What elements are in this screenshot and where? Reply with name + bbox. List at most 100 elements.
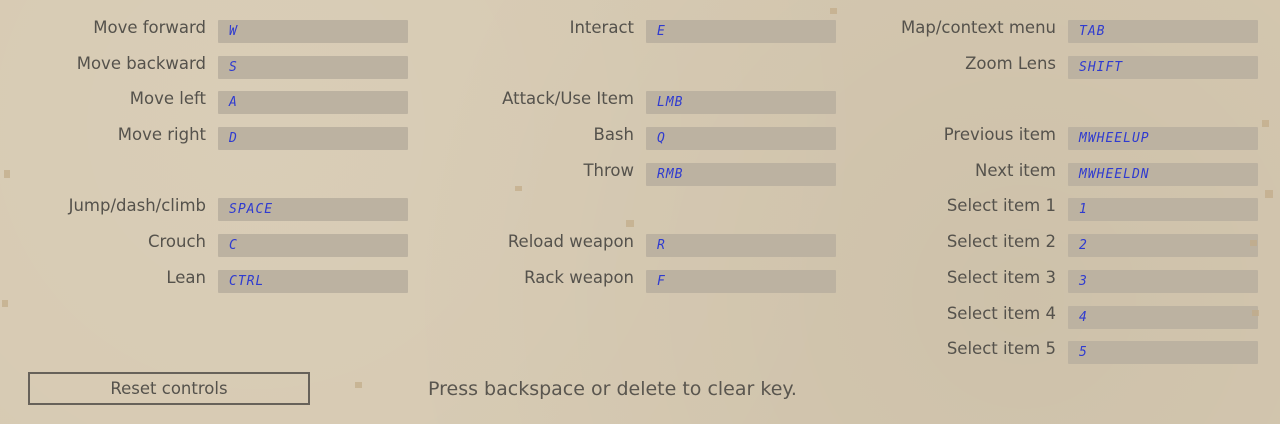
middle-bindings-column: Interact E Attack/Use Item LMB Bash Q Throw RMB… [428,15,848,301]
binding-row-interact: Interact E [428,15,848,51]
binding-label: Move left [129,89,206,109]
binding-label: Lean [166,267,206,287]
spacer-row [850,86,1270,122]
keybind-value: RMB [657,166,684,182]
reset-controls-button[interactable]: Reset controls [28,372,310,405]
binding-label: Jump/dash/climb [68,196,206,216]
paper-speck [355,382,362,388]
keybind-field-jump-dash-climb[interactable]: SPACE [218,198,408,222]
keybind-field-throw[interactable]: RMB [646,162,836,186]
keybind-field-zoom-lens[interactable]: SHIFT [1068,55,1258,79]
keybind-value: LMB [657,95,684,111]
keybind-value: 1 [1079,202,1088,218]
binding-row-move-left: Move left A [0,86,420,122]
binding-row-previous-item: Previous item MWHEELUP [850,122,1270,158]
binding-label: Interact [569,18,634,37]
binding-row-jump-dash-climb: Jump/dash/climb SPACE [0,193,420,229]
keybind-value: D [229,131,238,147]
keybind-field-next-item[interactable]: MWHEELDN [1068,162,1258,186]
binding-row-rack-weapon: Rack weapon F [428,265,848,301]
binding-label: Map/context menu [901,18,1056,37]
binding-label: Move forward [93,18,206,37]
keybind-field-interact[interactable]: E [646,20,836,43]
left-bindings-column: Move forward W Move backward S Move left A Mov… [0,15,420,301]
paper-speck [1250,240,1257,246]
binding-label: Select item 1 [946,196,1056,216]
binding-row-move-backward: Move backward S [0,51,420,87]
binding-row-map-context-menu: Map/context menu TAB [850,15,1270,51]
binding-row-next-item: Next item MWHEELDN [850,158,1270,194]
keybind-field-move-right[interactable]: D [218,127,408,151]
binding-row-move-forward: Move forward W [0,15,420,51]
binding-row-attack-use-item: Attack/Use Item LMB [428,86,848,122]
binding-label: Throw [583,160,634,180]
keybind-field-move-left[interactable]: A [218,91,408,115]
paper-speck [626,220,634,227]
binding-row-crouch: Crouch C [0,229,420,265]
keybind-field-select-item-2[interactable]: 2 [1068,234,1258,258]
keybind-field-crouch[interactable]: C [218,234,408,258]
paper-speck [830,8,837,14]
keybind-value: 4 [1079,309,1088,325]
paper-speck [4,170,10,178]
binding-label: Previous item [943,125,1056,145]
keybind-value: MWHEELUP [1079,131,1150,147]
paper-speck [1265,190,1273,198]
spacer-row [0,158,420,194]
binding-row-select-item-5: Select item 5 5 [850,336,1270,372]
binding-label: Next item [975,160,1056,180]
keybind-value: C [229,238,238,254]
binding-label: Select item 5 [946,339,1056,359]
binding-label: Attack/Use Item [502,89,634,109]
keybind-field-lean[interactable]: CTRL [218,269,408,293]
keybind-field-move-backward[interactable]: S [218,55,408,79]
keybind-value: SHIFT [1079,59,1124,75]
binding-label: Crouch [147,232,206,252]
binding-row-move-right: Move right D [0,122,420,158]
paper-speck [2,300,8,307]
keybind-value: R [657,238,666,254]
binding-label: Select item 2 [946,232,1056,252]
keybind-field-select-item-4[interactable]: 4 [1068,305,1258,329]
keybind-field-move-forward[interactable]: W [218,20,408,43]
keybind-value: S [229,59,238,75]
keybind-field-reload-weapon[interactable]: R [646,234,836,258]
binding-row-lean: Lean CTRL [0,265,420,301]
keybind-value: TAB [1079,24,1106,39]
keybind-field-select-item-1[interactable]: 1 [1068,198,1258,222]
binding-label: Zoom Lens [965,53,1056,73]
clear-key-hint: Press backspace or delete to clear key. [428,378,797,400]
keybind-value: E [657,24,666,39]
keybind-value: SPACE [229,202,274,218]
keybind-field-previous-item[interactable]: MWHEELUP [1068,127,1258,151]
keybind-field-map-context-menu[interactable]: TAB [1068,20,1258,43]
spacer-row [428,193,848,229]
paper-speck [515,186,522,191]
binding-row-select-item-1: Select item 1 1 [850,193,1270,229]
keybind-value: W [229,24,238,39]
keybind-value: F [657,273,666,289]
keybind-field-rack-weapon[interactable]: F [646,269,836,293]
binding-row-zoom-lens: Zoom Lens SHIFT [850,51,1270,87]
binding-label: Rack weapon [524,267,634,287]
keybind-field-attack-use-item[interactable]: LMB [646,91,836,115]
keybind-value: A [229,95,238,111]
binding-row-select-item-4: Select item 4 4 [850,301,1270,337]
binding-label: Select item 4 [946,303,1056,323]
paper-speck [1262,120,1269,127]
binding-label: Move right [117,125,206,145]
keybind-value: 5 [1079,345,1088,361]
binding-row-bash: Bash Q [428,122,848,158]
keybind-value: MWHEELDN [1079,166,1150,182]
binding-label: Bash [593,125,635,145]
binding-row-select-item-2: Select item 2 2 [850,229,1270,265]
binding-row-throw: Throw RMB [428,158,848,194]
keybind-field-select-item-5[interactable]: 5 [1068,341,1258,365]
keybind-field-bash[interactable]: Q [646,127,836,151]
spacer-row [428,51,848,87]
keybind-value: 3 [1079,273,1088,289]
paper-speck [1252,310,1259,316]
keybind-field-select-item-3[interactable]: 3 [1068,269,1258,293]
right-bindings-column: Map/context menu TAB Zoom Lens SHIFT Previou… [850,15,1270,372]
binding-label: Move backward [76,53,206,73]
